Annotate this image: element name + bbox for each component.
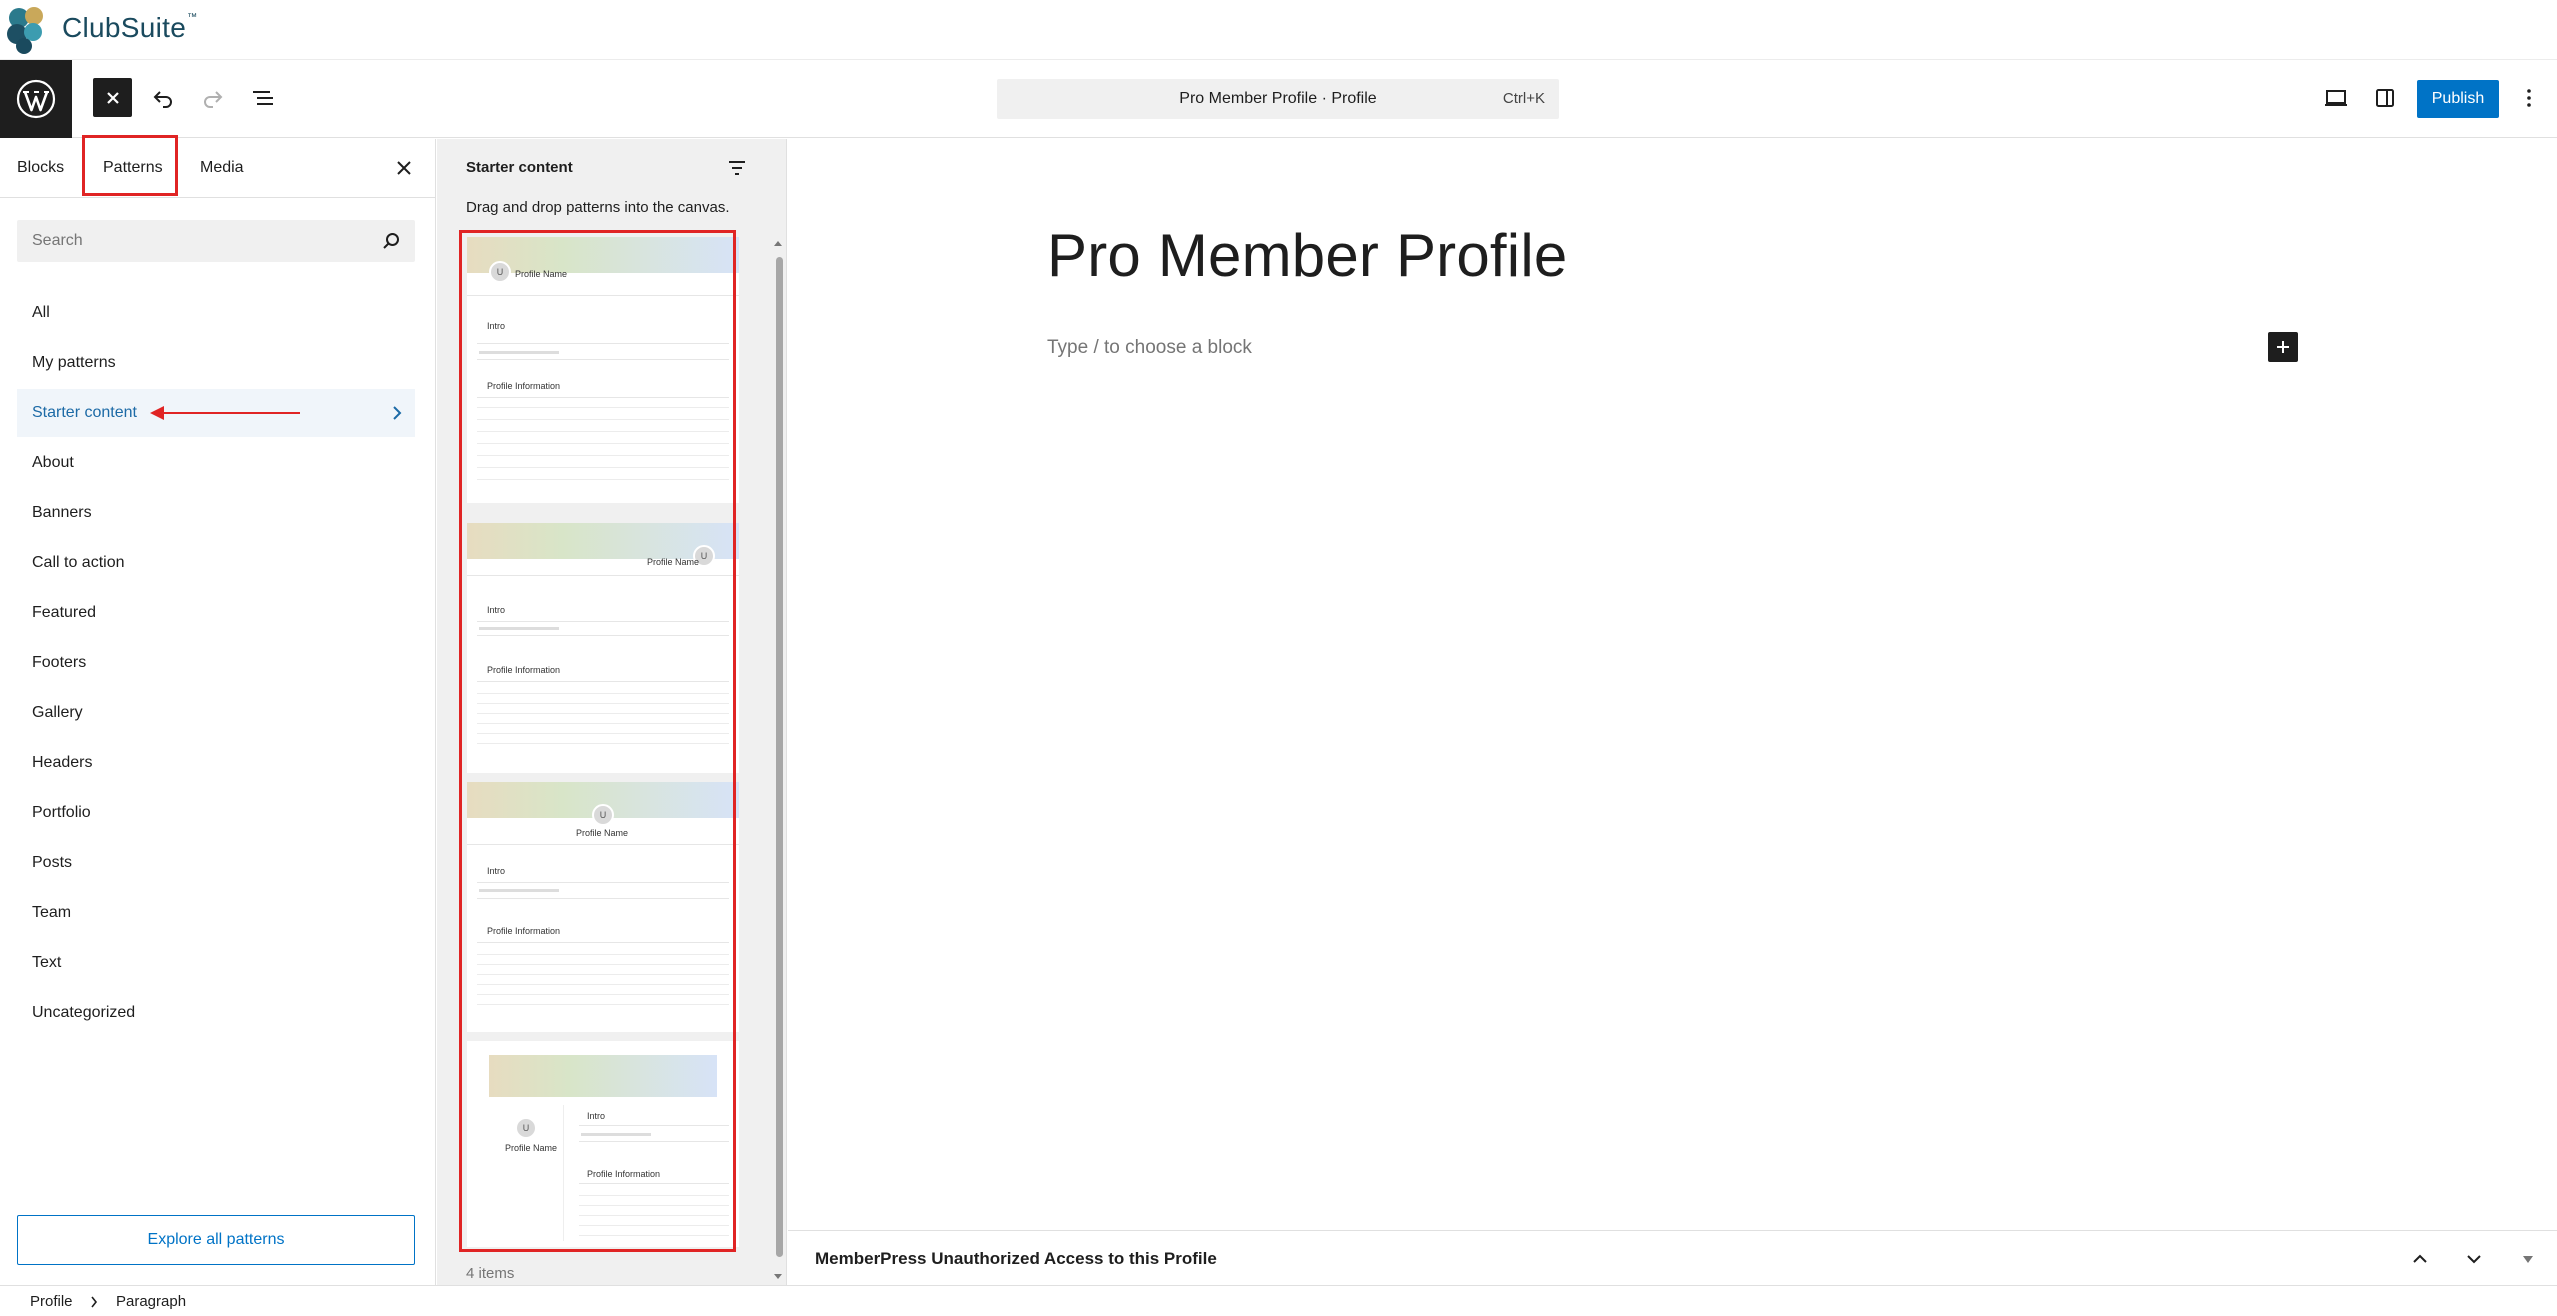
editor-toolbar: Pro Member Profile · Profile Ctrl+K Publ… (0, 60, 2557, 138)
pattern-count: 4 items (466, 1265, 515, 1282)
sidebar-icon (2376, 89, 2394, 107)
block-inserter-sidebar: Blocks Patterns Media All My patterns St… (0, 135, 436, 1285)
block-placeholder[interactable]: Type / to choose a block (1047, 337, 1252, 359)
publish-button[interactable]: Publish (2417, 80, 2499, 118)
patterns-tab-highlight (82, 135, 178, 196)
chevron-right-icon (90, 1296, 98, 1308)
explore-all-patterns-button[interactable]: Explore all patterns (17, 1215, 415, 1265)
command-shortcut: Ctrl+K (1502, 90, 1545, 107)
brand-name: ClubSuite™ (62, 12, 197, 44)
scroll-down-arrow-icon[interactable] (773, 1273, 783, 1281)
move-up-button[interactable] (2410, 1249, 2430, 1269)
editor-canvas: Pro Member Profile Type / to choose a bl… (788, 139, 2557, 1230)
document-title: Pro Member Profile · Profile (1179, 90, 1377, 107)
wordpress-logo-icon[interactable] (0, 60, 72, 138)
plus-icon (2277, 341, 2289, 353)
category-starter-content-label: Starter content (32, 404, 137, 421)
patterns-panel: Starter content Drag and drop patterns i… (437, 139, 787, 1285)
category-banners[interactable]: Banners (17, 489, 415, 537)
patterns-panel-description: Drag and drop patterns into the canvas. (466, 199, 730, 216)
category-portfolio[interactable]: Portfolio (17, 789, 415, 837)
tabs-divider (0, 197, 436, 198)
move-down-button[interactable] (2464, 1249, 2484, 1269)
category-team[interactable]: Team (17, 889, 415, 937)
tab-media[interactable]: Media (200, 139, 244, 197)
scroll-up-arrow-icon[interactable] (773, 239, 783, 247)
category-gallery[interactable]: Gallery (17, 689, 415, 737)
breadcrumb: Profile Paragraph (0, 1285, 2557, 1316)
post-title[interactable]: Pro Member Profile (1047, 221, 1567, 290)
red-arrow-annotation (148, 405, 302, 421)
category-uncategorized[interactable]: Uncategorized (17, 989, 415, 1037)
search-input[interactable] (32, 220, 362, 262)
category-footers[interactable]: Footers (17, 639, 415, 687)
patterns-panel-title: Starter content (466, 159, 573, 176)
add-block-button[interactable] (2268, 332, 2298, 362)
options-menu-button[interactable] (2509, 78, 2549, 118)
desktop-icon (2325, 90, 2347, 106)
preview-button[interactable] (2316, 78, 2356, 118)
clubsuite-logo-icon (4, 4, 54, 56)
category-all[interactable]: All (17, 289, 415, 337)
category-about[interactable]: About (17, 439, 415, 487)
brand-bar: ClubSuite™ (0, 0, 2557, 60)
redo-button[interactable] (193, 78, 233, 118)
close-sidebar-button[interactable] (394, 158, 414, 178)
breadcrumb-profile[interactable]: Profile (30, 1286, 73, 1316)
settings-sidebar-toggle[interactable] (2365, 78, 2405, 118)
undo-button[interactable] (143, 78, 183, 118)
caret-down-icon (2523, 1256, 2533, 1263)
chevron-down-icon (2467, 1255, 2481, 1264)
pattern-search (17, 220, 415, 262)
close-inserter-button[interactable] (93, 78, 132, 117)
filter-button[interactable] (727, 158, 747, 178)
patterns-highlight-box (459, 230, 736, 1252)
toggle-panel-button[interactable] (2522, 1255, 2534, 1265)
category-headers[interactable]: Headers (17, 739, 415, 787)
category-text[interactable]: Text (17, 939, 415, 987)
category-featured[interactable]: Featured (17, 589, 415, 637)
list-view-icon (253, 91, 273, 105)
tab-blocks[interactable]: Blocks (17, 139, 64, 197)
command-palette-bar[interactable]: Pro Member Profile · Profile Ctrl+K (997, 79, 1559, 119)
undo-icon (153, 91, 172, 108)
patterns-scrollbar[interactable] (776, 257, 783, 1257)
close-icon (397, 161, 411, 175)
breadcrumb-paragraph[interactable]: Paragraph (116, 1286, 186, 1316)
chevron-up-icon (2413, 1254, 2427, 1263)
filter-icon (729, 161, 745, 175)
metabox-title[interactable]: MemberPress Unauthorized Access to this … (815, 1231, 1217, 1287)
redo-icon (204, 91, 223, 108)
metabox-panel: MemberPress Unauthorized Access to this … (788, 1230, 2557, 1286)
chevron-right-icon (392, 405, 402, 421)
brand-trademark: ™ (187, 12, 198, 23)
category-posts[interactable]: Posts (17, 839, 415, 887)
category-my-patterns[interactable]: My patterns (17, 339, 415, 387)
document-overview-button[interactable] (243, 78, 283, 118)
search-icon (381, 231, 401, 251)
category-call-to-action[interactable]: Call to action (17, 539, 415, 587)
brand-name-text: ClubSuite (62, 12, 187, 43)
more-vertical-icon (2527, 89, 2531, 107)
